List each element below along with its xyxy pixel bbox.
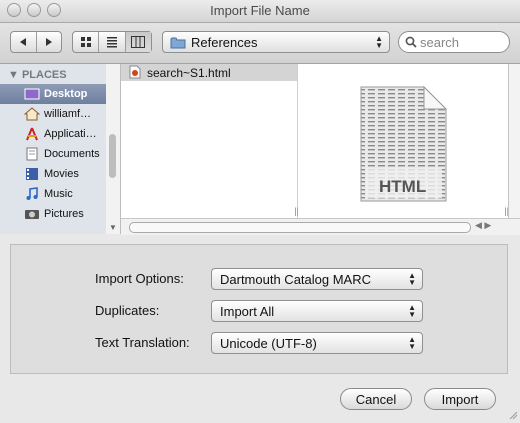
documents-icon [26, 147, 38, 161]
file-row[interactable]: search~S1.html [121, 64, 297, 81]
column-view-icon [131, 36, 146, 48]
list-view-button[interactable] [99, 32, 126, 52]
list-view-icon [106, 37, 117, 48]
applications-icon [26, 127, 38, 141]
sidebar: ▼ PLACES Desktop williamf… Applicati… Do… [0, 64, 107, 234]
window-title: Import File Name [210, 3, 310, 18]
horizontal-scrollbar[interactable]: ◀ ▶ [121, 218, 520, 235]
import-options-value: Dartmouth Catalog MARC [220, 272, 371, 287]
duplicates-label: Duplicates: [95, 303, 160, 318]
sidebar-item-home[interactable]: williamf… [0, 104, 106, 124]
sidebar-item-music[interactable]: Music [0, 184, 106, 204]
sidebar-item-pictures[interactable]: Pictures [0, 204, 106, 224]
sidebar-item-desktop[interactable]: Desktop [0, 84, 106, 104]
places-header-label: PLACES [21, 69, 67, 81]
sidebar-scroll-thumb[interactable] [109, 134, 116, 178]
sidebar-item-documents[interactable]: Documents [0, 144, 106, 164]
import-options-label: Import Options: [95, 271, 184, 286]
resize-grip-icon[interactable] [508, 409, 518, 420]
music-icon [26, 187, 38, 200]
back-arrow-icon [20, 38, 27, 46]
location-label: References [191, 35, 258, 50]
html-file-icon [129, 65, 141, 79]
popup-arrows-icon: ▲ ▼ [375, 34, 383, 50]
duplicates-value: Import All [220, 304, 275, 319]
folder-icon [170, 37, 186, 49]
back-forward-control [10, 31, 62, 53]
sidebar-item-label: Pictures [44, 208, 84, 220]
icon-view-icon [80, 37, 91, 47]
icon-view-button[interactable] [73, 32, 100, 52]
home-icon [24, 107, 40, 121]
toolbar: References ▲ ▼ search [0, 23, 520, 64]
sidebar-item-applications[interactable]: Applicati… [0, 124, 106, 144]
popup-arrows-icon: ▲ ▼ [408, 271, 416, 287]
forward-button[interactable] [37, 32, 62, 52]
popup-arrows-icon: ▲ ▼ [408, 303, 416, 319]
pictures-icon [25, 210, 39, 219]
preview-file-type-label: HTML [379, 177, 427, 196]
sidebar-item-label: Documents [44, 148, 100, 160]
text-translation-value: Unicode (UTF-8) [220, 336, 317, 351]
title-bar: Import File Name [0, 0, 520, 23]
places-header[interactable]: ▼ PLACES [8, 69, 67, 81]
sidebar-item-label: Movies [44, 168, 79, 180]
file-column: search~S1.html || [121, 64, 299, 218]
sidebar-item-label: Desktop [44, 88, 88, 100]
desktop-icon [24, 88, 40, 100]
horizontal-scroll-thumb[interactable] [129, 222, 471, 233]
sidebar-item-label: williamf… [44, 108, 92, 120]
sidebar-item-label: Applicati… [44, 128, 97, 140]
movies-icon [26, 168, 38, 180]
sidebar-item-label: Music [44, 188, 73, 200]
view-mode-control [72, 31, 152, 53]
scroll-arrows-icon[interactable]: ◀ ▶ [475, 220, 491, 231]
back-button[interactable] [11, 32, 37, 52]
forward-arrow-icon [45, 38, 52, 46]
location-popup[interactable]: References ▲ ▼ [162, 31, 390, 53]
import-dialog-window: Import File Name References ▲ ▼ search ▼… [0, 0, 520, 421]
import-button[interactable]: Import [424, 388, 496, 410]
duplicates-popup[interactable]: Import All ▲ ▼ [211, 300, 423, 322]
search-placeholder: search [420, 35, 460, 50]
sidebar-item-movies[interactable]: Movies [0, 164, 106, 184]
search-field[interactable]: search [398, 31, 510, 53]
import-options-popup[interactable]: Dartmouth Catalog MARC ▲ ▼ [211, 268, 423, 290]
search-icon [405, 36, 417, 48]
scroll-down-arrow-icon[interactable]: ▼ [109, 223, 117, 232]
preview-scrollbar[interactable] [508, 64, 520, 218]
text-translation-label: Text Translation: [95, 335, 190, 350]
file-name: search~S1.html [147, 66, 231, 80]
text-translation-popup[interactable]: Unicode (UTF-8) ▲ ▼ [211, 332, 423, 354]
cancel-button[interactable]: Cancel [340, 388, 412, 410]
sidebar-scrollbar[interactable]: ▼ [106, 64, 121, 234]
column-view-button[interactable] [125, 32, 151, 52]
disclosure-triangle-icon: ▼ [8, 69, 19, 81]
popup-arrows-icon: ▲ ▼ [408, 335, 416, 351]
preview-column: HTML || [298, 64, 509, 218]
